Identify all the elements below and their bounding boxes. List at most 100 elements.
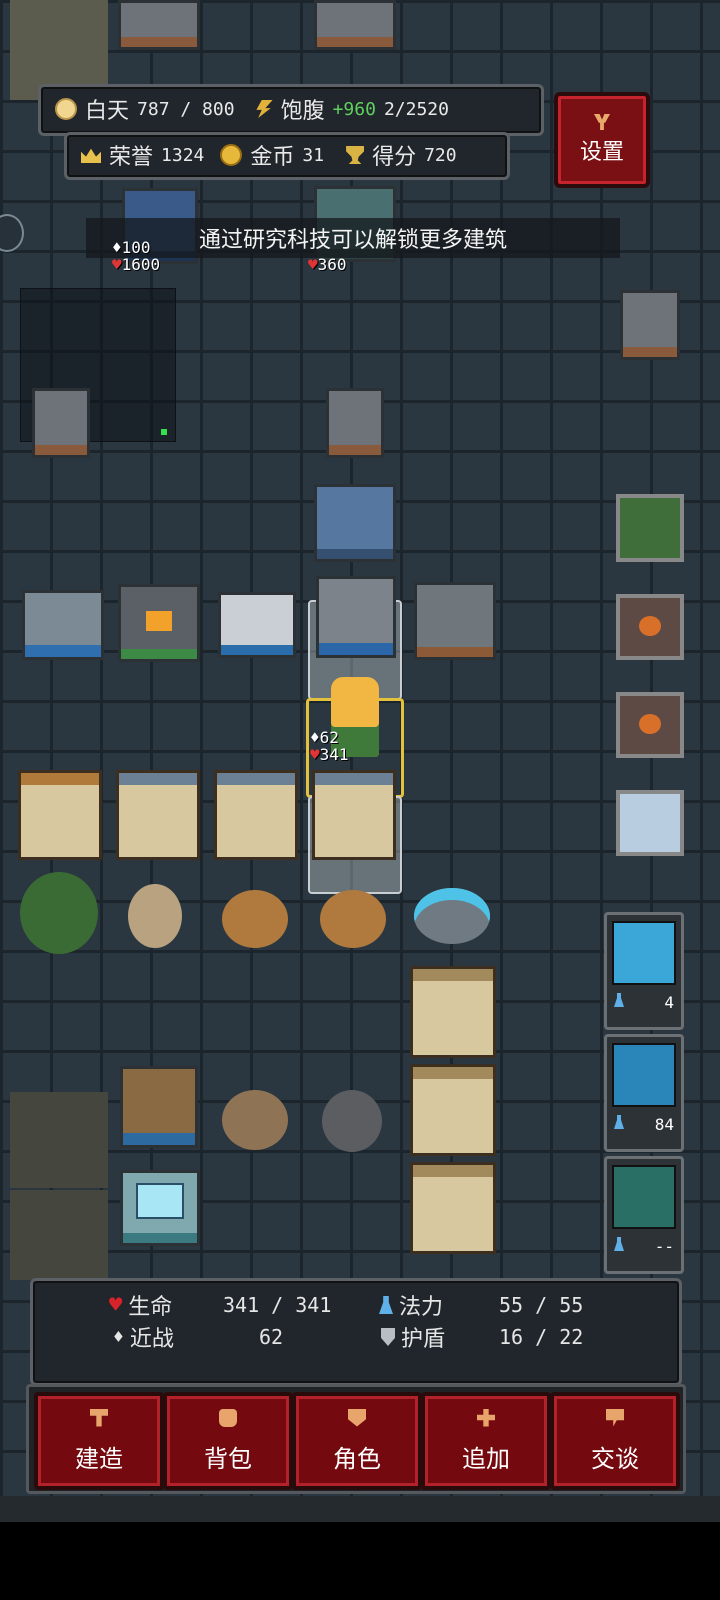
build-label: 建造 [75, 1444, 123, 1473]
heart-icon: ♥ [310, 745, 320, 764]
heart-icon: ♥ [308, 255, 318, 274]
shield-value: 16 / 22 [499, 1325, 584, 1349]
honor-value: 1324 [161, 144, 205, 166]
honor-label: 荣誉 [109, 145, 154, 170]
chat-button[interactable]: 交谈 [550, 1392, 680, 1490]
grinder-machine[interactable] [414, 582, 496, 660]
bottom-strip [0, 1496, 720, 1522]
hp-label: 生命 [128, 1295, 173, 1320]
tower-left-hp: ♥1600 [112, 255, 161, 274]
pumpkin-planter-1[interactable] [616, 594, 684, 660]
spike-rack-left[interactable] [118, 0, 200, 50]
mana-flask-icon [614, 1237, 624, 1251]
stall-4[interactable] [312, 770, 396, 860]
build-button[interactable]: 建造 [34, 1392, 164, 1490]
rune-icon [612, 1043, 676, 1107]
heart-icon: ♥ [112, 255, 122, 274]
character-icon [348, 1408, 366, 1427]
chat-icon [606, 1408, 624, 1427]
character-button[interactable]: 角色 [292, 1392, 422, 1490]
shield-skill-slot[interactable]: -- [604, 1156, 684, 1274]
shield-label: 护盾 [401, 1327, 446, 1352]
anvil-station[interactable] [22, 590, 104, 660]
score-panel: 荣誉 1324 金币 31 得分 720 [64, 132, 510, 180]
workbench[interactable] [218, 592, 296, 658]
melee-label: 近战 [129, 1327, 174, 1352]
wrench-icon [594, 114, 610, 130]
floor-tile-b [10, 1190, 108, 1280]
mana-value: 55 / 55 [499, 1293, 584, 1317]
mana-label: 法力 [399, 1295, 444, 1320]
generator-right[interactable] [620, 290, 680, 360]
satiety-icon [256, 100, 273, 118]
shield-cost: -- [654, 1237, 674, 1256]
satiety-value: 2/2520 [383, 98, 449, 120]
score-label: 得分 [372, 145, 417, 170]
crown-icon [81, 148, 101, 163]
lightning-icon [612, 921, 676, 985]
snow-tree-planter[interactable] [616, 790, 684, 856]
tip-banner: 通过研究科技可以解锁更多建筑 [86, 218, 620, 258]
melee-value: 62 [259, 1325, 284, 1349]
mana-flask-icon [614, 1115, 624, 1129]
stall-2[interactable] [116, 770, 200, 860]
hero-hp: ♥341 [310, 745, 349, 764]
stall-col-3[interactable] [410, 1162, 496, 1254]
sword-icon: ♦ [113, 1326, 124, 1348]
day-value: 787 / 800 [137, 98, 235, 120]
press-machine[interactable] [316, 576, 396, 658]
generator-left[interactable] [32, 388, 90, 458]
rune-cost: 84 [654, 1115, 674, 1134]
bag-button[interactable]: 背包 [163, 1392, 293, 1490]
rune-skill-slot[interactable]: 84 [604, 1034, 684, 1152]
furnace[interactable] [118, 584, 200, 662]
pumpkin-planter-2[interactable] [616, 692, 684, 758]
floor-tile-a [10, 1092, 108, 1188]
stall-col-2[interactable] [410, 1064, 496, 1156]
settings-label: 设置 [579, 140, 624, 165]
gold-coin-icon [220, 144, 243, 166]
fountain[interactable] [414, 888, 490, 944]
spike-rack-right[interactable] [314, 0, 396, 50]
mana-flask-icon [379, 1296, 393, 1314]
hammer-icon [90, 1408, 108, 1427]
lightning-skill-slot[interactable]: 4 [604, 912, 684, 1030]
portal-screen[interactable] [120, 1170, 200, 1246]
minimap-player-dot [161, 429, 167, 435]
mana-flask-icon [614, 993, 624, 1007]
crate-crane[interactable] [120, 1066, 198, 1148]
resource-panel: 白天 787 / 800 饱腹 +960 2/2520 [38, 84, 544, 136]
onion-creature-1[interactable] [222, 890, 288, 948]
hooded-creature[interactable] [222, 1090, 288, 1150]
shield-icon [612, 1165, 676, 1229]
stall-3[interactable] [214, 770, 298, 860]
stats-panel: ♥ 生命 341 / 341 法力 55 / 55 ♦ 近战 62 护盾 16 … [30, 1278, 682, 1386]
bag-label: 背包 [204, 1444, 252, 1473]
chicken-creature[interactable] [128, 884, 182, 948]
satiety-popup: +960 [332, 98, 376, 120]
trophy-icon [346, 146, 365, 164]
stall-1[interactable] [18, 770, 102, 860]
side-circle-button[interactable] [0, 214, 24, 252]
add-button[interactable]: 追加 [421, 1392, 551, 1490]
shield-small-icon [381, 1328, 395, 1346]
system-nav-bar [0, 1522, 720, 1600]
hp-value: 341 / 341 [223, 1293, 332, 1317]
pine-tree-planter[interactable] [616, 494, 684, 562]
settings-button[interactable]: 设置 [554, 92, 650, 188]
add-label: 追加 [462, 1444, 510, 1473]
score-value: 720 [424, 144, 457, 166]
satiety-label: 饱腹 [280, 99, 325, 124]
medusa-creature[interactable] [20, 872, 98, 954]
generator-mid[interactable] [326, 388, 384, 458]
water-tank[interactable] [314, 484, 396, 562]
plus-icon [477, 1408, 495, 1427]
bear-creature[interactable] [322, 1090, 382, 1152]
onion-creature-2[interactable] [320, 890, 386, 948]
sun-icon [55, 98, 77, 120]
day-label: 白天 [85, 99, 130, 124]
chat-label: 交谈 [591, 1444, 639, 1473]
stall-col-1[interactable] [410, 966, 496, 1058]
character-label: 角色 [333, 1444, 381, 1473]
bag-icon [219, 1408, 237, 1427]
